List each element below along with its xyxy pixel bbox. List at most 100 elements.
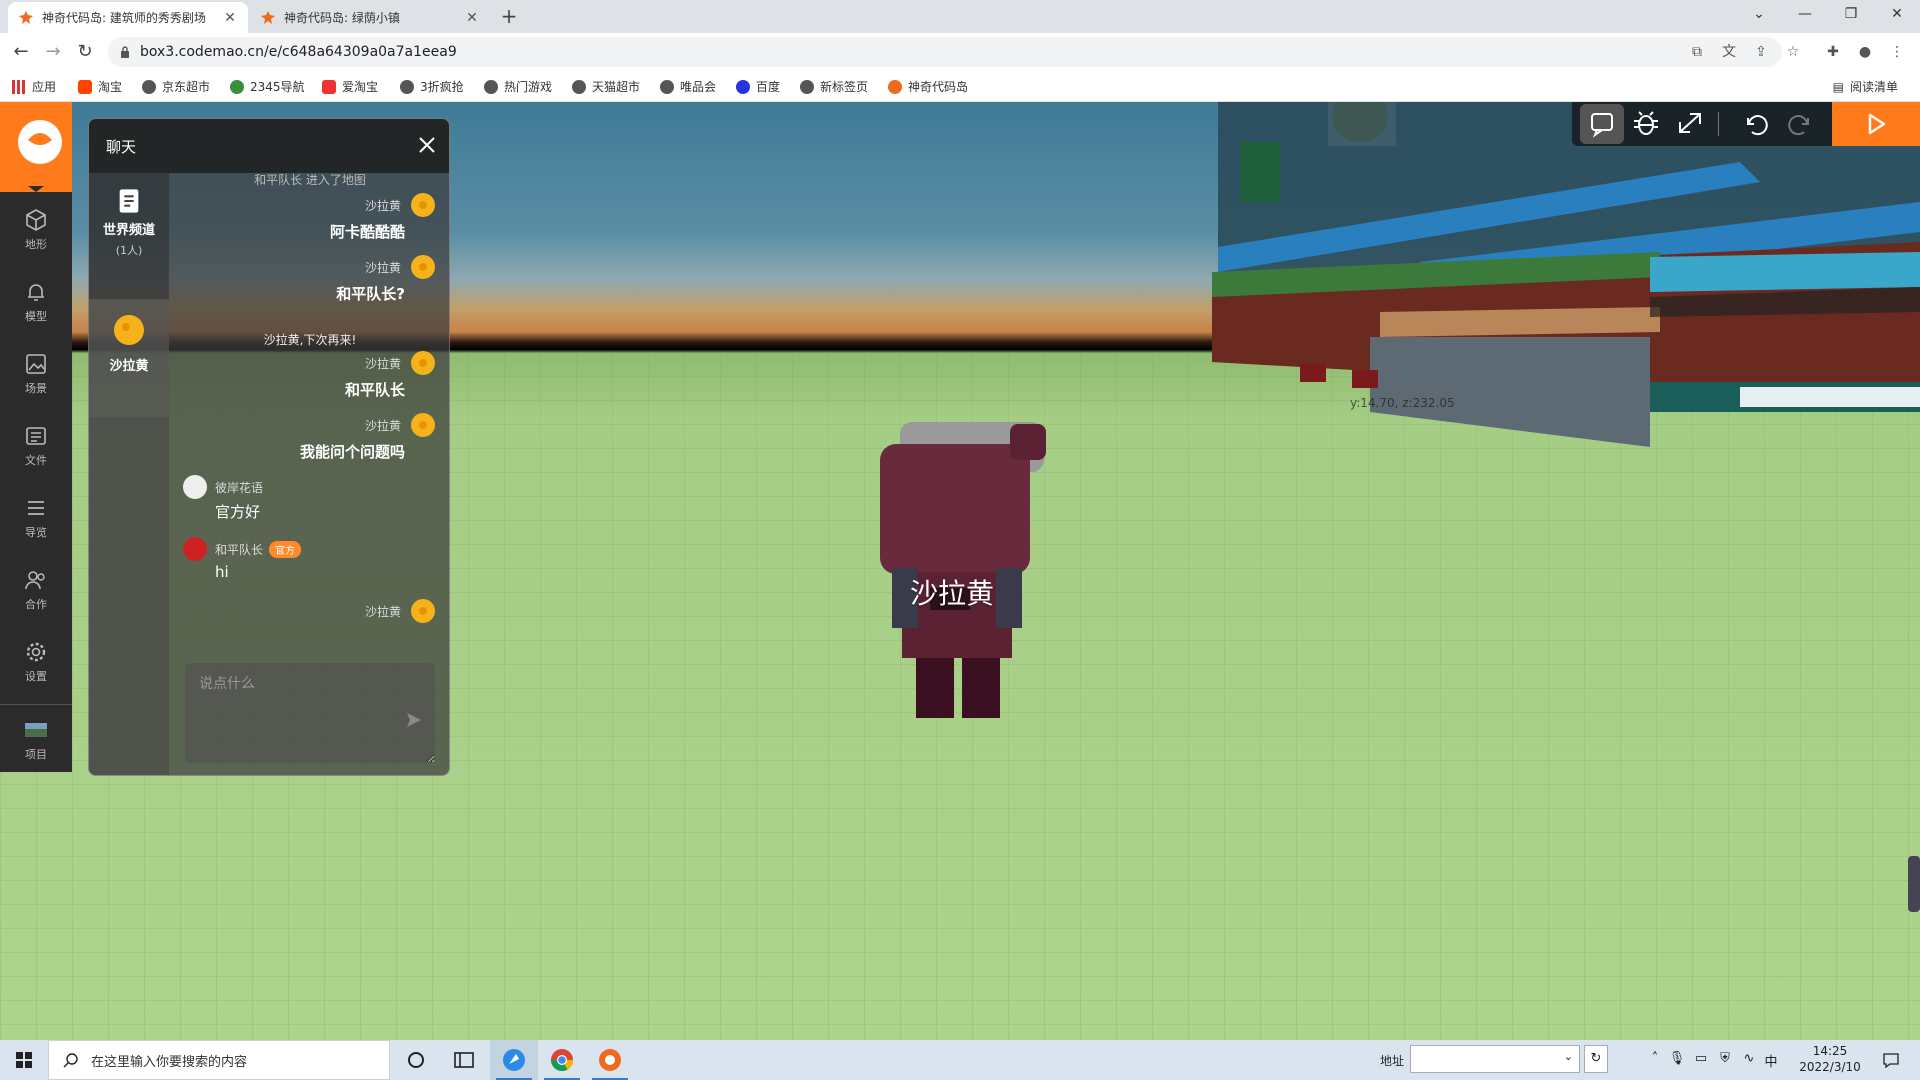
apps-grid-icon [12,79,26,94]
aitaobao-icon [322,79,336,94]
open-in-app-icon[interactable]: ⧉ [1686,41,1708,63]
bookmarks-bar: 应用 淘宝 京东超市 2345导航 爱淘宝 3折疯抢 热门游戏 天猫超市 唯品会… [0,71,1920,102]
task-view-icon[interactable] [440,1040,488,1080]
baidu-paw-icon [736,79,750,94]
tab-search-icon[interactable]: ⌄ [1736,0,1782,30]
bookmark-aitaobao[interactable]: 爱淘宝 [322,78,378,95]
extensions-icon[interactable]: ✚ [1822,41,1844,63]
tab-close-icon[interactable]: ✕ [222,10,238,26]
codemao-favicon-icon [19,10,33,24]
cube-icon [26,209,46,231]
character-leg [916,658,954,718]
reading-list-button[interactable]: ▤ 阅读清单 [1833,78,1898,95]
image-icon [26,354,46,374]
browser-toolbar: ← → ↻ box3.codemao.cn/e/c648a64309a0a7a1… [0,33,1920,71]
network-icon[interactable]: ∿ [1740,1051,1758,1069]
sidebar-item-model[interactable]: 模型 [0,270,72,334]
sidebar-item-file[interactable]: 文件 [0,414,72,478]
gear-icon [26,642,46,662]
system-message: 沙拉黄,下次再来! [263,333,357,347]
translate-icon[interactable]: 文 [1718,41,1740,63]
lock-icon [121,46,129,58]
channel-world[interactable]: 世界频道 (1人) [89,173,169,273]
notification-icon[interactable] [1882,1051,1900,1069]
message-item: 沙拉黄 阿卡酷酷酷 [330,193,435,242]
bookmark-2345[interactable]: 2345导航 [230,78,305,95]
debug-bug-icon[interactable] [1624,104,1668,144]
bookmark-games[interactable]: 热门游戏 [484,78,552,95]
sidebar-item-scene[interactable]: 场景 [0,342,72,406]
profile-icon[interactable]: ● [1854,41,1876,63]
forward-icon[interactable]: → [40,39,66,65]
battery-icon[interactable]: ▭ [1692,1051,1710,1069]
globe-icon [484,79,498,94]
user-avatar [114,315,144,345]
address-toolbar-input[interactable]: ⌄ [1410,1045,1580,1073]
microphone-icon[interactable]: 🎙 [1668,1051,1686,1069]
player-character[interactable] [880,422,1046,718]
undo-icon[interactable] [1734,104,1778,144]
taskbar-clock[interactable]: 14:25 2022/3/10 [1790,1043,1870,1075]
taskbar-search[interactable]: 在这里输入你要搜索的内容 [48,1040,390,1080]
browser-tab-1[interactable]: 神奇代码岛: 建筑师的秀秀剧场 ✕ [8,2,248,33]
redo-icon[interactable] [1778,104,1822,144]
send-icon[interactable] [405,711,423,729]
menu-icon[interactable]: ⋮ [1886,41,1908,63]
bookmark-codemao[interactable]: 神奇代码岛 [888,78,968,95]
browser-tab-2[interactable]: 神奇代码岛: 绿荫小镇 ✕ [250,2,490,33]
scroll-handle[interactable] [1908,856,1920,912]
ime-indicator[interactable]: 中 [1762,1051,1780,1070]
restore-icon[interactable]: ❐ [1828,0,1874,30]
sidebar-item-guide[interactable]: 导览 [0,486,72,550]
address-bar[interactable]: box3.codemao.cn/e/c648a64309a0a7a1eea9 [108,37,1782,67]
bookmark-taobao[interactable]: 淘宝 [78,78,122,95]
expand-icon[interactable] [1668,104,1712,144]
minimize-icon[interactable]: — [1782,0,1828,30]
globe-icon [660,79,674,94]
security-shield-icon[interactable]: ⛨ [1716,1051,1734,1069]
bookmark-baidu[interactable]: 百度 [736,78,780,95]
channel-list-filler [89,417,169,775]
codemao-logo-icon [18,120,62,192]
back-icon[interactable]: ← [8,39,34,65]
app-icon-blue[interactable] [490,1040,538,1080]
tray-expand-icon[interactable]: ˄ [1646,1051,1664,1069]
tab-title: 神奇代码岛: 绿荫小镇 [284,11,400,25]
bookmark-tmall[interactable]: 天猫超市 [572,78,640,95]
chevron-down-icon[interactable]: ⌄ [1564,1050,1573,1063]
new-tab-button[interactable]: + [496,4,522,30]
windows-start-icon[interactable] [0,1040,48,1080]
user-avatar [411,599,435,623]
codemao-logo[interactable] [0,102,72,192]
url-text: box3.codemao.cn/e/c648a64309a0a7a1eea9 [140,44,457,60]
reload-icon[interactable]: ↻ [72,39,98,65]
sidebar-item-settings[interactable]: 设置 [0,630,72,694]
bookmark-3zhe[interactable]: 3折疯抢 [400,78,464,95]
share-icon[interactable]: ⇪ [1750,41,1772,63]
bookmark-jd[interactable]: 京东超市 [142,78,210,95]
address-go-button[interactable]: ↻ [1584,1045,1608,1073]
sidebar-item-collab[interactable]: 合作 [0,558,72,622]
codemao-icon [888,79,902,94]
truncated-message: 和平队长 进入了地图 [254,173,366,187]
close-icon[interactable] [415,133,439,157]
channel-user[interactable]: 沙拉黄 [89,299,169,417]
chat-input[interactable] [185,663,435,763]
chat-icon[interactable] [1580,104,1624,144]
globe-icon [800,79,814,94]
sidebar-item-terrain[interactable]: 地形 [0,198,72,262]
game-viewport[interactable]: y:14.70, z:232.05 沙拉黄 地形 模型 场景 文件 导览 合作 … [0,102,1920,1040]
bookmark-apps[interactable]: 应用 [12,78,56,95]
play-button[interactable] [1832,102,1920,146]
sidebar-item-project[interactable]: 项目 [0,708,72,772]
codemao-app-icon[interactable] [586,1040,634,1080]
tab-close-icon[interactable]: ✕ [464,10,480,26]
bookmark-star-icon[interactable]: ☆ [1782,41,1804,63]
bookmark-newtab[interactable]: 新标签页 [800,78,868,95]
chrome-icon[interactable] [538,1040,586,1080]
bookmark-vip[interactable]: 唯品会 [660,78,716,95]
cortana-icon[interactable] [392,1040,440,1080]
play-icon [1868,113,1886,135]
toolbar-divider [1718,112,1719,136]
window-close-icon[interactable]: ✕ [1874,0,1920,30]
